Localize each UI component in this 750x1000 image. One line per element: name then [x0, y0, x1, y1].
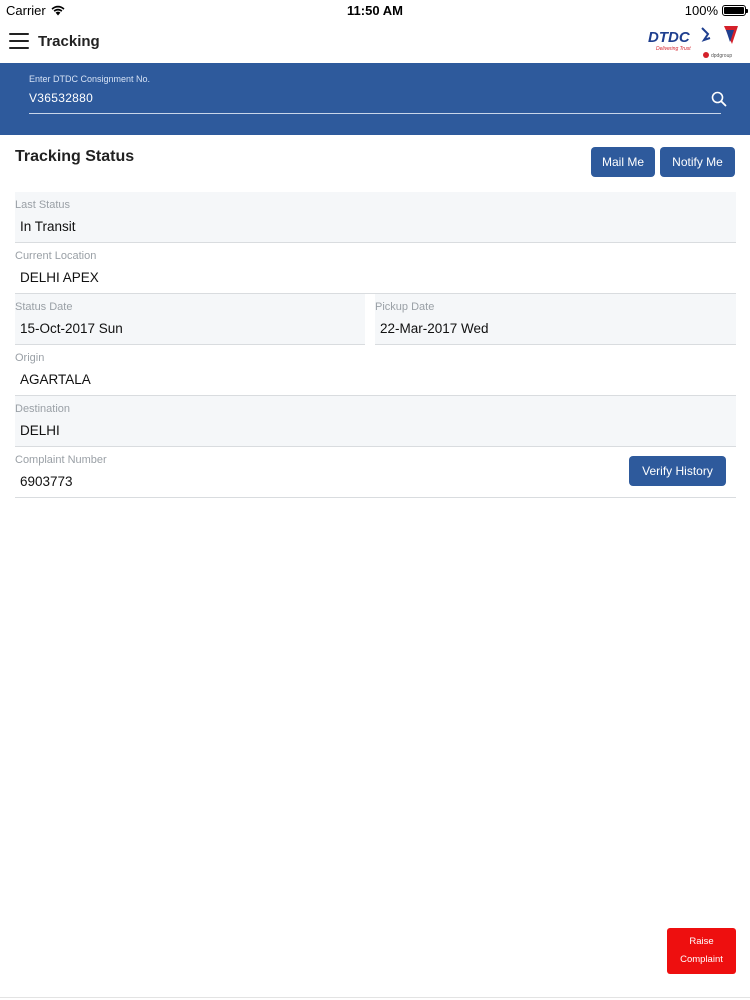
- raise-complaint-line1: Raise: [689, 936, 714, 947]
- status-bar: Carrier 11:50 AM 100%: [0, 0, 750, 22]
- last-status-field: Last Status In Transit: [15, 192, 736, 243]
- tracking-status-title: Tracking Status: [15, 148, 135, 165]
- mail-me-button[interactable]: Mail Me: [591, 147, 655, 177]
- status-date-field: Status Date 15-Oct-2017 Sun: [15, 294, 365, 345]
- consignment-search-bar: Enter DTDC Consignment No. V36532880: [0, 63, 750, 135]
- bottom-divider: [0, 997, 750, 998]
- current-location-label: Current Location: [15, 250, 97, 262]
- nav-bar: Tracking DTDC Delivering Trust dpdgroup: [0, 22, 750, 63]
- dtdc-logo: DTDC Delivering Trust dpdgroup: [648, 26, 738, 59]
- battery-info: 100%: [684, 3, 748, 18]
- pickup-date-field: Pickup Date 22-Mar-2017 Wed: [375, 294, 736, 345]
- battery-percent: 100%: [684, 3, 718, 18]
- destination-value: DELHI: [20, 423, 60, 438]
- complaint-number-label: Complaint Number: [15, 454, 107, 466]
- complaint-number-field: Complaint Number 6903773: [15, 447, 736, 498]
- verify-history-button[interactable]: Verify History: [629, 456, 726, 486]
- last-status-value: In Transit: [20, 219, 76, 234]
- raise-complaint-button[interactable]: Raise Complaint: [667, 928, 736, 974]
- current-location-value: DELHI APEX: [20, 270, 99, 285]
- pickup-date-value: 22-Mar-2017 Wed: [380, 321, 489, 336]
- origin-field: Origin AGARTALA: [15, 345, 736, 396]
- input-underline: [29, 113, 721, 114]
- status-date-value: 15-Oct-2017 Sun: [20, 321, 123, 336]
- pickup-date-label: Pickup Date: [375, 301, 435, 313]
- origin-label: Origin: [15, 352, 45, 364]
- origin-value: AGARTALA: [20, 372, 91, 387]
- search-icon[interactable]: [711, 91, 727, 107]
- complaint-number-value: 6903773: [20, 474, 73, 489]
- menu-icon[interactable]: [9, 33, 29, 49]
- page-title: Tracking: [38, 33, 100, 50]
- last-status-label: Last Status: [15, 199, 71, 211]
- clock: 11:50 AM: [347, 3, 403, 18]
- svg-text:dpdgroup: dpdgroup: [711, 53, 732, 59]
- svg-text:DTDC: DTDC: [648, 29, 691, 46]
- consignment-input-label: Enter DTDC Consignment No.: [29, 74, 151, 84]
- destination-label: Destination: [15, 403, 71, 415]
- svg-text:Delivering Trust: Delivering Trust: [656, 46, 691, 52]
- battery-icon: [722, 5, 748, 16]
- raise-complaint-line2: Complaint: [680, 954, 723, 965]
- current-location-field: Current Location DELHI APEX: [15, 243, 736, 294]
- consignment-input[interactable]: V36532880: [29, 91, 93, 105]
- destination-field: Destination DELHI: [15, 396, 736, 447]
- notify-me-button[interactable]: Notify Me: [660, 147, 735, 177]
- status-date-label: Status Date: [15, 301, 73, 313]
